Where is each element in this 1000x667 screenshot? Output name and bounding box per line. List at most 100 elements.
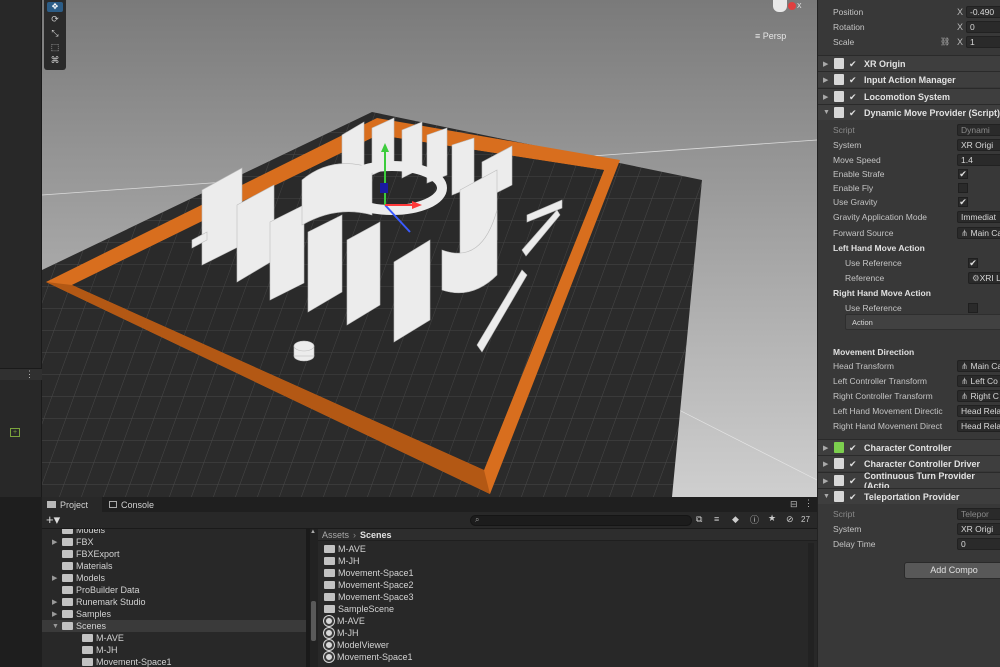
breadcrumb-scenes[interactable]: Scenes (360, 530, 392, 540)
folder-item[interactable]: SampleScene (324, 603, 394, 615)
forward-source-field[interactable]: ⋔ Main Ca (957, 226, 1000, 239)
system-field[interactable]: XR Origi (957, 138, 1000, 151)
foldout-arrow-icon[interactable]: ▼ (823, 493, 830, 500)
splitter[interactable]: ▲ (310, 529, 318, 667)
folder-item[interactable]: Movement-Space3 (324, 591, 414, 603)
breadcrumb-assets[interactable]: Assets (322, 530, 349, 540)
tree-folder-item[interactable]: Movement-Space1 (72, 656, 172, 667)
orientation-gizmo[interactable]: x (757, 0, 807, 20)
tree-folder-item[interactable]: ▶ FBX (52, 536, 94, 548)
left-hand-movement-direction-dropdown[interactable]: Head Rela (957, 404, 1000, 417)
enabled-checkbox[interactable]: ✔ (849, 459, 859, 469)
foldout-arrow-icon[interactable]: ▼ (52, 623, 62, 630)
scene-file-item[interactable]: Movement-Space1 (324, 651, 413, 663)
tree-folder-item[interactable]: M-JH (72, 644, 118, 656)
enabled-checkbox[interactable]: ✔ (849, 108, 859, 118)
rotation-x-field[interactable]: 0 (966, 20, 1000, 33)
right-hand-movement-direction-dropdown[interactable]: Head Rela (957, 419, 1000, 432)
foldout-arrow-icon[interactable]: ▶ (823, 477, 828, 485)
delay-time-field[interactable]: 0 (957, 537, 1000, 550)
create-button[interactable]: +▾ (46, 512, 60, 528)
foldout-arrow-icon[interactable]: ▶ (52, 610, 62, 618)
favorite-icon[interactable]: ★ (768, 513, 776, 524)
projection-label[interactable]: ≡ Persp (755, 31, 786, 41)
scroll-thumb[interactable] (311, 601, 316, 641)
move-speed-field[interactable]: 1.4 (957, 153, 1000, 166)
foldout-arrow-icon[interactable]: ▶ (823, 460, 828, 468)
rotate-icon[interactable]: ⟳ (47, 14, 63, 26)
left-use-reference-checkbox[interactable]: ✔ (968, 257, 978, 268)
scene-view[interactable]: ✥ ⟳ ⤡ ⬚ ⌘ x ≡ Persp (42, 0, 817, 497)
folder-item[interactable]: Movement-Space1 (324, 567, 414, 579)
tab-project[interactable]: Project (42, 497, 102, 512)
more-options-icon[interactable]: ⋮ (804, 498, 813, 509)
search-by-type-icon[interactable]: ⧉ (696, 514, 702, 525)
foldout-arrow-icon[interactable]: ▶ (823, 444, 828, 452)
scene-file-item[interactable]: ModelViewer (324, 639, 389, 651)
right-controller-transform-field[interactable]: ⋔ Right C (957, 389, 1000, 402)
add-component-button[interactable]: Add Compo (904, 562, 1000, 579)
enable-strafe-checkbox[interactable]: ✔ (958, 168, 968, 179)
foldout-arrow-icon[interactable]: ▶ (823, 60, 828, 68)
scene-file-item[interactable]: M-AVE (324, 615, 365, 627)
left-reference-field[interactable]: ⚙XRI L (968, 271, 1000, 284)
foldout-arrow-icon[interactable]: ▶ (52, 598, 62, 606)
search-input[interactable]: ⌕ (470, 515, 692, 526)
enabled-checkbox[interactable]: ✔ (849, 492, 859, 502)
component-header[interactable]: ▶ ✔ Character Controller Driver (818, 455, 1000, 471)
action-box[interactable]: Action (845, 314, 1000, 330)
move-icon[interactable]: ✥ (47, 2, 63, 12)
component-header[interactable]: ▶ ✔ Character Controller (818, 439, 1000, 455)
rect-icon[interactable]: ⬚ (47, 42, 63, 54)
tab-console[interactable]: Console (105, 497, 165, 512)
folder-item[interactable]: Movement-Space2 (324, 579, 414, 591)
more-options-icon[interactable]: ⋮ (25, 369, 34, 380)
foldout-arrow-icon[interactable]: ▼ (823, 109, 830, 116)
enable-fly-checkbox[interactable] (958, 182, 968, 193)
folder-item[interactable]: M-AVE (324, 543, 366, 555)
component-header[interactable]: ▼ ✔ Dynamic Move Provider (Script) (818, 104, 1000, 120)
component-header[interactable]: ▶ ✔ XR Origin (818, 55, 1000, 71)
enabled-checkbox[interactable]: ✔ (849, 75, 859, 85)
enabled-checkbox[interactable]: ✔ (849, 59, 859, 69)
transform-icon[interactable]: ⌘ (47, 55, 63, 67)
filter-icon[interactable]: ≡ (714, 514, 719, 524)
tp-system-field[interactable]: XR Origi (957, 522, 1000, 535)
file-scrollbar[interactable] (808, 543, 814, 667)
right-use-reference-checkbox[interactable] (968, 302, 978, 313)
use-gravity-checkbox[interactable]: ✔ (958, 196, 968, 207)
enabled-checkbox[interactable]: ✔ (849, 476, 859, 486)
scale-icon[interactable]: ⤡ (47, 28, 63, 40)
lock-icon[interactable]: ⊟ (790, 499, 798, 510)
tree-folder-item[interactable]: FBXExport (52, 548, 120, 560)
scene-file-item[interactable]: M-JH (324, 627, 359, 639)
left-controller-transform-field[interactable]: ⋔ Left Co (957, 374, 1000, 387)
tree-folder-item[interactable]: Models (52, 529, 105, 536)
component-header[interactable]: ▼ ✔ Teleportation Provider (818, 488, 1000, 504)
component-header[interactable]: ▶ ✔ Locomotion System (818, 88, 1000, 104)
scale-x-field[interactable]: 1 (966, 35, 1000, 48)
tree-folder-item[interactable]: ▶ Samples (52, 608, 111, 620)
add-icon[interactable]: + (10, 428, 20, 437)
gravity-mode-dropdown[interactable]: Immediat (957, 210, 1000, 223)
info-icon[interactable]: ⓘ (750, 513, 759, 526)
enabled-checkbox[interactable]: ✔ (849, 92, 859, 102)
tree-folder-item[interactable]: ▶ Runemark Studio (52, 596, 146, 608)
tree-folder-item[interactable]: ▼ Scenes (42, 620, 306, 632)
foldout-arrow-icon[interactable]: ▶ (823, 93, 828, 101)
tree-folder-item[interactable]: ProBuilder Data (52, 584, 140, 596)
component-header[interactable]: ▶ ✔ Continuous Turn Provider (Actio (818, 471, 1000, 491)
tree-folder-item[interactable]: M-AVE (72, 632, 124, 644)
position-x-field[interactable]: -0.490 (966, 5, 1000, 18)
component-header[interactable]: ▶ ✔ Input Action Manager (818, 71, 1000, 87)
foldout-arrow-icon[interactable]: ▶ (52, 574, 62, 582)
link-icon[interactable]: ⛓ (940, 37, 950, 46)
hidden-packages-icon[interactable]: ⊘ (786, 514, 794, 525)
head-transform-field[interactable]: ⋔ Main Ca (957, 359, 1000, 372)
tree-folder-item[interactable]: ▶ Models (52, 572, 105, 584)
label-icon[interactable]: ◆ (732, 514, 739, 525)
foldout-arrow-icon[interactable]: ▶ (52, 538, 62, 546)
foldout-arrow-icon[interactable]: ▶ (823, 76, 828, 84)
folder-item[interactable]: M-JH (324, 555, 360, 567)
enabled-checkbox[interactable]: ✔ (849, 443, 859, 453)
